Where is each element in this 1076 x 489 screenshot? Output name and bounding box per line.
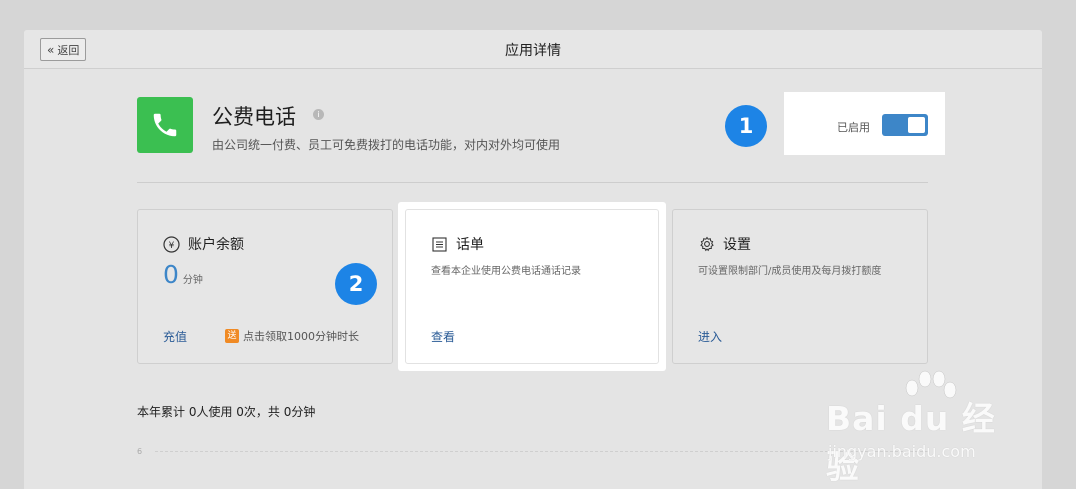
- gear-icon: [698, 236, 715, 253]
- info-icon[interactable]: i: [313, 109, 324, 120]
- toggle-knob: [908, 117, 925, 133]
- balance-value: 0 分钟: [163, 260, 203, 289]
- svg-text:¥: ¥: [169, 241, 175, 251]
- top-bar: « 返回 应用详情: [24, 30, 1042, 69]
- usage-summary: 本年累计 0人使用 0次，共 0分钟: [137, 405, 316, 419]
- chart-axis-tick: 6: [137, 447, 143, 456]
- watermark-brand: Bai du 经验: [826, 399, 996, 486]
- promo-text: 点击领取1000分钟时长: [243, 330, 359, 343]
- annotation-badge-2: 2: [335, 263, 377, 305]
- toggle-panel: 已启用: [784, 92, 945, 155]
- balance-card-title: ¥ 账户余额: [163, 234, 244, 254]
- page-title: 应用详情: [505, 43, 561, 59]
- balance-unit: 分钟: [182, 275, 203, 286]
- watermark-url: jingyan.baidu.com: [828, 442, 976, 461]
- chart-grid-line: [155, 451, 928, 452]
- settings-description: 可设置限制部门/成员使用及每月拨打额度: [698, 266, 882, 277]
- bill-card-highlight: 话单 查看本企业使用公费电话通话记录 查看: [398, 202, 666, 371]
- divider: [137, 182, 928, 183]
- bill-card: 话单 查看本企业使用公费电话通话记录 查看: [405, 209, 659, 364]
- bill-card-title: 话单: [431, 234, 484, 254]
- view-link[interactable]: 查看: [431, 328, 455, 345]
- settings-card-title: 设置: [698, 234, 751, 254]
- balance-title-text: 账户余额: [188, 237, 244, 253]
- bill-description: 查看本企业使用公费电话通话记录: [431, 266, 581, 277]
- promo-link[interactable]: 送 点击领取1000分钟时长: [225, 328, 359, 344]
- gift-tag-icon: 送: [225, 329, 239, 343]
- settings-card: 设置 可设置限制部门/成员使用及每月拨打额度 进入: [672, 209, 928, 364]
- settings-title-text: 设置: [723, 237, 751, 253]
- list-icon: [431, 236, 448, 253]
- app-description: 由公司统一付费、员工可免费拨打的电话功能，对内对外均可使用: [212, 138, 561, 152]
- bill-title-text: 话单: [456, 237, 484, 253]
- enter-link[interactable]: 进入: [698, 328, 722, 345]
- balance-number: 0: [163, 260, 179, 289]
- recharge-link[interactable]: 充值: [163, 328, 187, 345]
- enable-toggle[interactable]: [882, 114, 928, 136]
- phone-icon: [137, 97, 193, 153]
- app-name: 公费电话: [212, 105, 296, 129]
- phone-glyph-icon: [153, 113, 177, 137]
- annotation-badge-1: 1: [725, 105, 767, 147]
- yen-icon: ¥: [163, 235, 180, 253]
- toggle-label: 已启用: [837, 121, 870, 134]
- baidu-jingyan-watermark: Bai du 经验 jingyan.baidu.com: [822, 366, 1022, 486]
